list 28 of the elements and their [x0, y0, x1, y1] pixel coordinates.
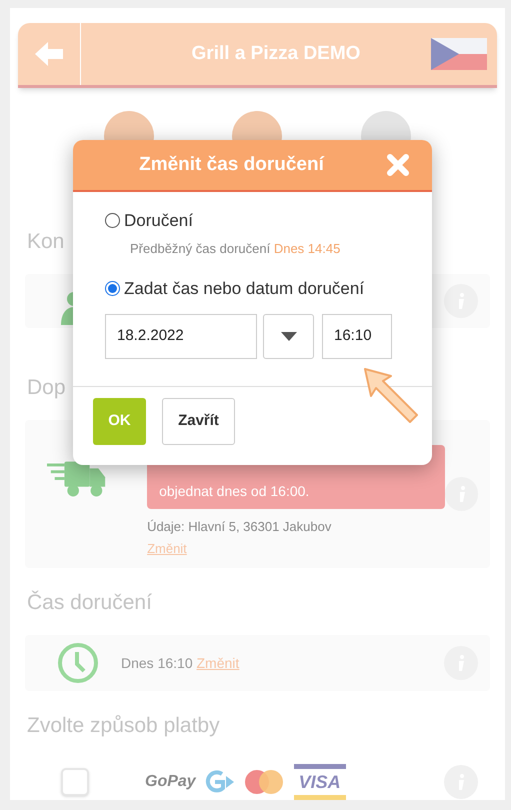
info-icon[interactable] [445, 477, 478, 511]
radio-button[interactable] [105, 213, 120, 228]
caret-icon [280, 332, 296, 340]
payment-checkbox[interactable] [61, 768, 89, 796]
section-heading: Dop [27, 375, 66, 400]
radio-button[interactable] [105, 281, 120, 296]
visa-logo: VISA [294, 764, 346, 800]
header-title: Grill a Pizza DEMO [190, 42, 362, 66]
close-icon[interactable] [386, 153, 410, 177]
section-heading: Zvolte způsob platby [27, 713, 220, 738]
flag-icon[interactable] [431, 38, 487, 70]
dropdown-button[interactable] [263, 314, 314, 358]
section-heading: Kon [27, 229, 64, 254]
close-button[interactable]: Zavřít [162, 398, 235, 444]
clock-icon [57, 642, 99, 684]
radio-option[interactable]: Zadat čas nebo datum doručení [105, 276, 400, 302]
arrow-logo-icon [204, 770, 234, 794]
section-heading: Čas doručení [27, 590, 152, 615]
time-field[interactable]: 16:10 [322, 314, 392, 358]
back-arrow-icon [35, 42, 63, 66]
radio-option[interactable]: Doručení [105, 208, 400, 234]
date-field[interactable]: 18.2.2022 [105, 314, 257, 358]
truck-icon [47, 459, 108, 499]
dialog-title: Změnit čas doručení [138, 152, 326, 177]
estimate-text: Předběžný čas doručení Dnes 14:45 [130, 240, 342, 258]
address-text: Údaje: Hlavní 5, 36301 Jakubov [147, 518, 332, 536]
time-value: Dnes 16:10 Změnit [121, 654, 240, 672]
gopay-logo: GoPay [145, 772, 196, 792]
